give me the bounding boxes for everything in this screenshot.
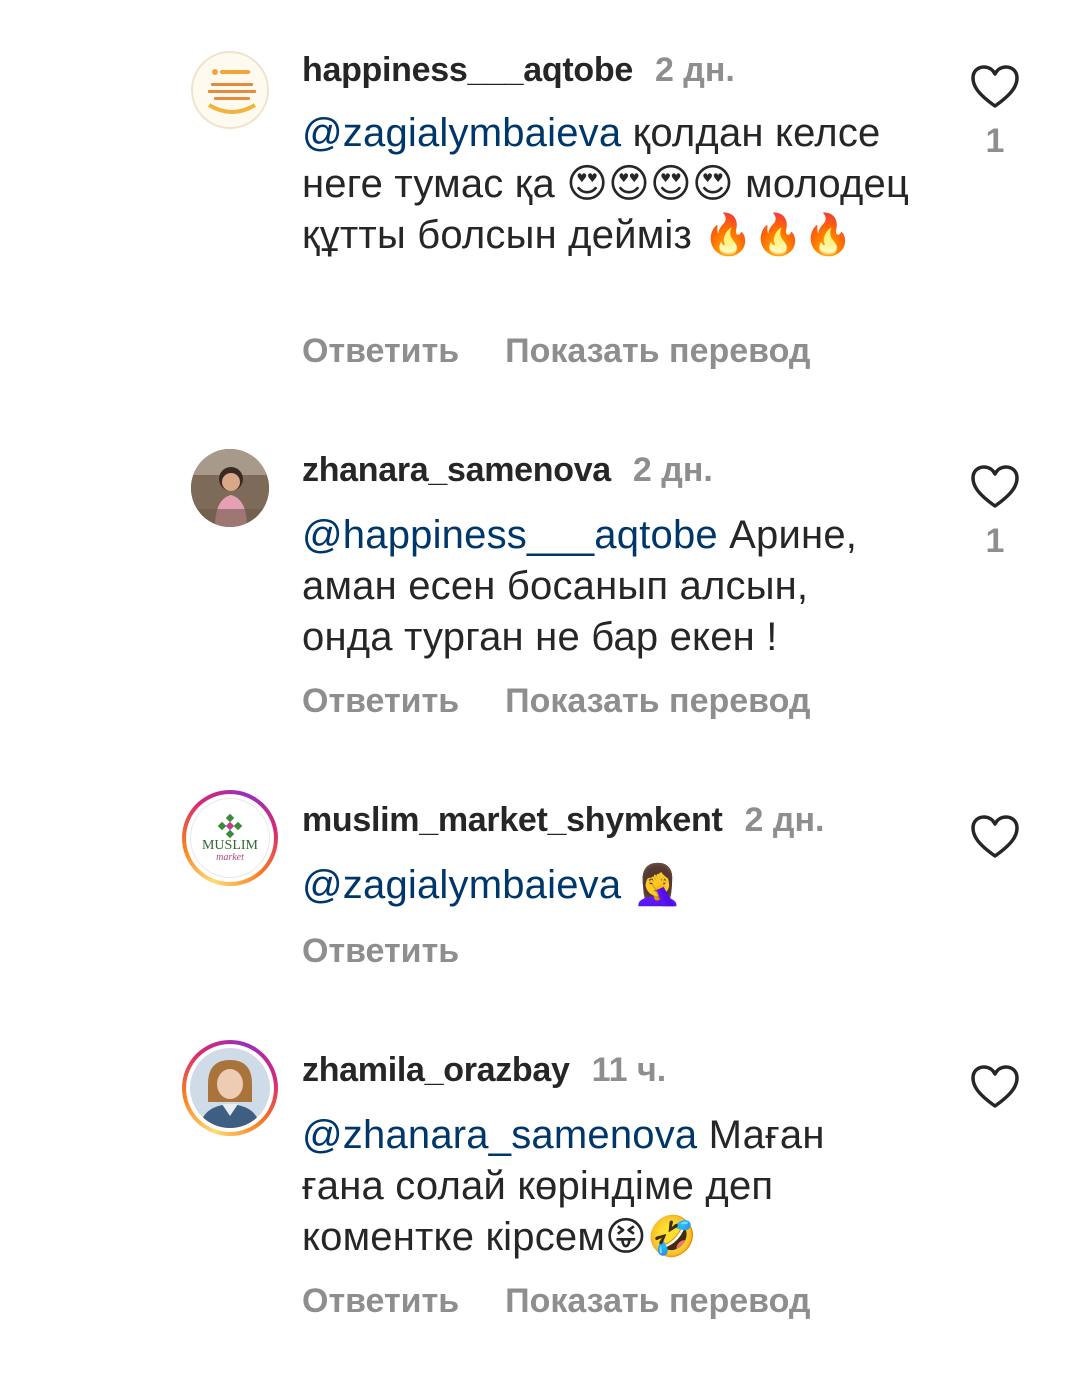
comment-actions: Ответить Показать перевод (302, 1282, 811, 1321)
show-translation-button[interactable]: Показать перевод (505, 332, 810, 371)
comment-text: @zagialymbaieva 🤦‍♀️ (302, 860, 942, 911)
avatar[interactable] (182, 42, 278, 138)
avatar-image (190, 1048, 270, 1128)
comment-header: zhamila_orazbay 11 ч. (302, 1044, 666, 1096)
username[interactable]: muslim_market_shymkent (302, 801, 723, 840)
like-count: 1 (985, 522, 1005, 560)
mention-link[interactable]: @zagialymbaieva (302, 863, 621, 907)
comment-actions: Ответить (302, 932, 459, 971)
show-translation-button[interactable]: Показать перевод (505, 682, 810, 721)
comment-text: @happiness___aqtobe Арине, аман есен бос… (302, 510, 902, 663)
emoji-group: 😍😍😍😍 (566, 161, 734, 207)
avatar-image (191, 449, 269, 527)
like-count: 1 (985, 122, 1005, 160)
username[interactable]: zhamila_orazbay (302, 1051, 570, 1090)
facepalm-emoji: 🤦‍♀️ (632, 862, 683, 908)
username[interactable]: happiness___aqtobe (302, 51, 633, 90)
comment-header: zhanara_samenova 2 дн. (302, 444, 713, 496)
show-translation-button[interactable]: Показать перевод (505, 1282, 810, 1321)
logo-text: MUSLIM (201, 838, 258, 853)
avatar-with-story-ring[interactable]: MUSLIM market (182, 790, 278, 886)
heart-outline-icon[interactable] (970, 1064, 1020, 1110)
avatar[interactable] (182, 440, 278, 536)
ornament-icon (217, 813, 243, 839)
timestamp: 2 дн. (744, 800, 825, 839)
photo-icon (191, 449, 269, 527)
mention-link[interactable]: @happiness___aqtobe (302, 513, 718, 557)
emoji-group: 🔥🔥🔥 (703, 212, 854, 258)
comment-header: muslim_market_shymkent 2 дн. (302, 794, 824, 846)
avatar-image: MUSLIM market (190, 798, 270, 878)
timestamp: 2 дн. (654, 50, 735, 89)
emoji-group: 😝🤣 (605, 1214, 697, 1260)
heart-outline-icon[interactable] (970, 814, 1020, 860)
reply-button[interactable]: Ответить (302, 332, 459, 371)
comment-text: @zagialymbaieva қолдан келсе неге тумас … (302, 108, 942, 261)
heart-outline-icon[interactable] (970, 464, 1020, 510)
reply-button[interactable]: Ответить (302, 932, 459, 971)
reply-button[interactable]: Ответить (302, 682, 459, 721)
avatar-image (191, 51, 269, 129)
heart-outline-icon[interactable] (970, 64, 1020, 110)
photo-icon (190, 1048, 270, 1128)
happiness-logo-icon (196, 56, 267, 127)
logo-subtext: market (216, 852, 244, 863)
comment-text: @zhanara_samenova Маған ғана солай көрін… (302, 1110, 882, 1263)
mention-link[interactable]: @zhanara_samenova (302, 1113, 697, 1157)
avatar-with-story-ring[interactable] (182, 1040, 278, 1136)
mention-link[interactable]: @zagialymbaieva (302, 111, 621, 155)
timestamp: 2 дн. (632, 450, 713, 489)
timestamp: 11 ч. (591, 1050, 667, 1089)
username[interactable]: zhanara_samenova (302, 451, 611, 490)
comment-actions: Ответить Показать перевод (302, 682, 811, 721)
reply-button[interactable]: Ответить (302, 1282, 459, 1321)
comment-header: happiness___aqtobe 2 дн. (302, 44, 735, 96)
comment-actions: Ответить Показать перевод (302, 332, 811, 371)
